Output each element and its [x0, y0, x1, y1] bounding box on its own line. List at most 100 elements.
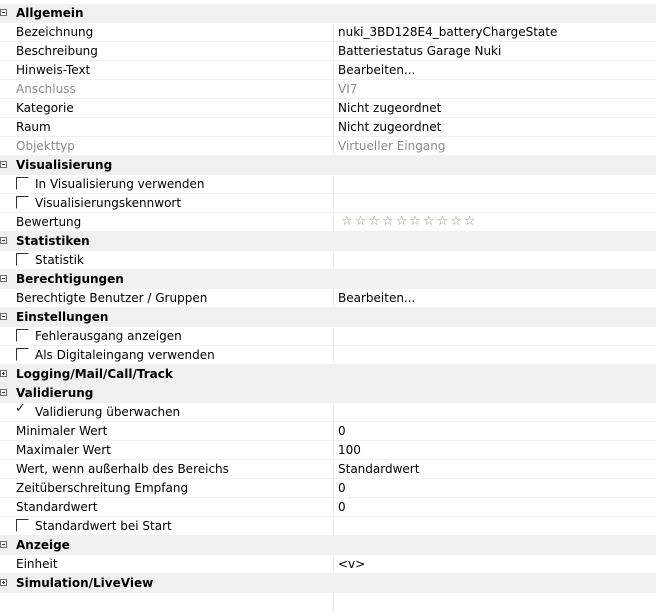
prop-standardwert[interactable]: Standardwert 0	[0, 498, 656, 517]
prop-in-visualisierung[interactable]: In Visualisierung verwenden	[0, 175, 656, 194]
category-label: Logging/Mail/Call/Track	[16, 367, 173, 381]
prop-name: Minimaler Wert	[16, 424, 108, 438]
prop-standardwert-bei-start[interactable]: Standardwert bei Start	[0, 517, 656, 536]
prop-berechtigte-benutzer[interactable]: Berechtigte Benutzer / Gruppen Bearbeite…	[0, 289, 656, 308]
prop-value[interactable]: 0	[338, 424, 346, 438]
collapse-icon[interactable]	[0, 541, 7, 548]
column-divider	[333, 251, 334, 270]
category-label: Validierung	[16, 386, 94, 400]
prop-digitaleingang[interactable]: Als Digitaleingang verwenden	[0, 346, 656, 365]
star-icon[interactable]: ☆	[464, 214, 476, 230]
prop-bezeichnung[interactable]: Bezeichnung nuki_3BD128E4_batteryChargeS…	[0, 23, 656, 42]
prop-einheit[interactable]: Einheit <v>	[0, 555, 656, 574]
collapse-icon[interactable]	[0, 389, 7, 396]
category-statistiken[interactable]: Statistiken	[0, 232, 656, 251]
prop-maximaler-wert[interactable]: Maximaler Wert 100	[0, 441, 656, 460]
edit-link[interactable]: Bearbeiten...	[338, 291, 415, 305]
column-divider	[333, 403, 334, 422]
rating-stars[interactable]: ☆ ☆ ☆ ☆ ☆ ☆ ☆ ☆ ☆ ☆	[341, 214, 476, 230]
prop-zeitueberschreitung[interactable]: Zeitüberschreitung Empfang 0	[0, 479, 656, 498]
collapse-icon[interactable]	[0, 237, 7, 244]
collapse-icon[interactable]	[0, 161, 7, 168]
prop-beschreibung[interactable]: Beschreibung Batteriestatus Garage Nuki	[0, 42, 656, 61]
prop-kategorie[interactable]: Kategorie Nicht zugeordnet	[0, 99, 656, 118]
column-divider	[333, 555, 334, 574]
column-divider	[333, 327, 334, 346]
prop-value[interactable]: <v>	[338, 557, 365, 571]
column-divider	[333, 23, 334, 42]
star-icon[interactable]: ☆	[355, 214, 367, 230]
checkbox-label: Standardwert bei Start	[35, 519, 172, 533]
star-icon[interactable]: ☆	[368, 214, 380, 230]
category-simulation[interactable]: Simulation/LiveView	[0, 574, 656, 593]
checkbox[interactable]	[16, 329, 29, 342]
category-berechtigungen[interactable]: Berechtigungen	[0, 270, 656, 289]
star-icon[interactable]: ☆	[382, 214, 394, 230]
star-icon[interactable]: ☆	[396, 214, 408, 230]
prop-validierung-ueberwachen[interactable]: ✓ Validierung überwachen	[0, 401, 656, 422]
prop-name: Einheit	[16, 557, 58, 571]
checkbox-label: Fehlerausgang anzeigen	[35, 329, 182, 343]
column-divider	[333, 137, 334, 156]
category-label: Berechtigungen	[16, 272, 124, 286]
edit-link[interactable]: Bearbeiten...	[338, 63, 415, 77]
collapse-icon[interactable]	[0, 275, 7, 282]
star-icon[interactable]: ☆	[409, 214, 421, 230]
expand-icon[interactable]	[0, 579, 7, 586]
category-anzeige[interactable]: Anzeige	[0, 536, 656, 555]
checkbox[interactable]	[16, 519, 29, 532]
category-einstellungen[interactable]: Einstellungen	[0, 308, 656, 327]
star-icon[interactable]: ☆	[423, 214, 435, 230]
prop-hinweis-text[interactable]: Hinweis-Text Bearbeiten...	[0, 61, 656, 80]
prop-value: VI7	[338, 82, 358, 96]
prop-fehlerausgang[interactable]: Fehlerausgang anzeigen	[0, 327, 656, 346]
prop-value[interactable]: Nicht zugeordnet	[338, 101, 441, 115]
checkbox-label: Als Digitaleingang verwenden	[35, 348, 215, 362]
column-divider	[333, 289, 334, 308]
star-icon[interactable]: ☆	[450, 214, 462, 230]
check-icon: ✓	[15, 401, 26, 416]
prop-name: Bezeichnung	[16, 25, 94, 39]
prop-minimaler-wert[interactable]: Minimaler Wert 0	[0, 422, 656, 441]
prop-bewertung[interactable]: Bewertung ☆ ☆ ☆ ☆ ☆ ☆ ☆ ☆ ☆ ☆	[0, 213, 656, 232]
category-visualisierung[interactable]: Visualisierung	[0, 156, 656, 175]
prop-value[interactable]: 0	[338, 500, 346, 514]
prop-raum[interactable]: Raum Nicht zugeordnet	[0, 118, 656, 137]
column-divider	[333, 346, 334, 365]
prop-value[interactable]: nuki_3BD128E4_batteryChargeState	[338, 25, 557, 39]
category-label: Visualisierung	[16, 158, 113, 172]
prop-name: Beschreibung	[16, 44, 98, 58]
expand-icon[interactable]	[0, 370, 7, 377]
category-logging[interactable]: Logging/Mail/Call/Track	[0, 365, 656, 384]
column-divider	[333, 118, 334, 137]
star-icon[interactable]: ☆	[437, 214, 449, 230]
checkbox-checked[interactable]: ✓	[15, 401, 29, 418]
checkbox[interactable]	[16, 196, 29, 209]
checkbox[interactable]	[16, 253, 29, 266]
checkbox[interactable]	[16, 348, 29, 361]
prop-value[interactable]: 100	[338, 443, 361, 457]
checkbox[interactable]	[16, 177, 29, 190]
prop-statistik[interactable]: Statistik	[0, 251, 656, 270]
star-icon[interactable]: ☆	[341, 214, 353, 230]
checkbox-label: Visualisierungskennwort	[35, 196, 182, 210]
prop-value[interactable]: Batteriestatus Garage Nuki	[338, 44, 501, 58]
prop-value[interactable]: Standardwert	[338, 462, 419, 476]
collapse-icon[interactable]	[0, 9, 7, 16]
category-allgemein[interactable]: Allgemein	[0, 4, 656, 23]
category-label: Statistiken	[16, 234, 90, 248]
column-divider	[333, 194, 334, 213]
category-label: Simulation/LiveView	[16, 576, 154, 590]
prop-name: Bewertung	[16, 215, 82, 229]
prop-name: Berechtigte Benutzer / Gruppen	[16, 291, 208, 305]
category-validierung[interactable]: Validierung	[0, 384, 656, 403]
prop-visualisierungskennwort[interactable]: Visualisierungskennwort	[0, 194, 656, 213]
collapse-icon[interactable]	[0, 313, 7, 320]
prop-wert-ausserhalb[interactable]: Wert, wenn außerhalb des Bereichs Standa…	[0, 460, 656, 479]
category-label: Allgemein	[16, 6, 84, 20]
prop-value[interactable]: 0	[338, 481, 346, 495]
prop-objekttyp: Objekttyp Virtueller Eingang	[0, 137, 656, 156]
column-divider	[333, 585, 334, 613]
prop-name: Raum	[16, 120, 51, 134]
prop-value[interactable]: Nicht zugeordnet	[338, 120, 441, 134]
